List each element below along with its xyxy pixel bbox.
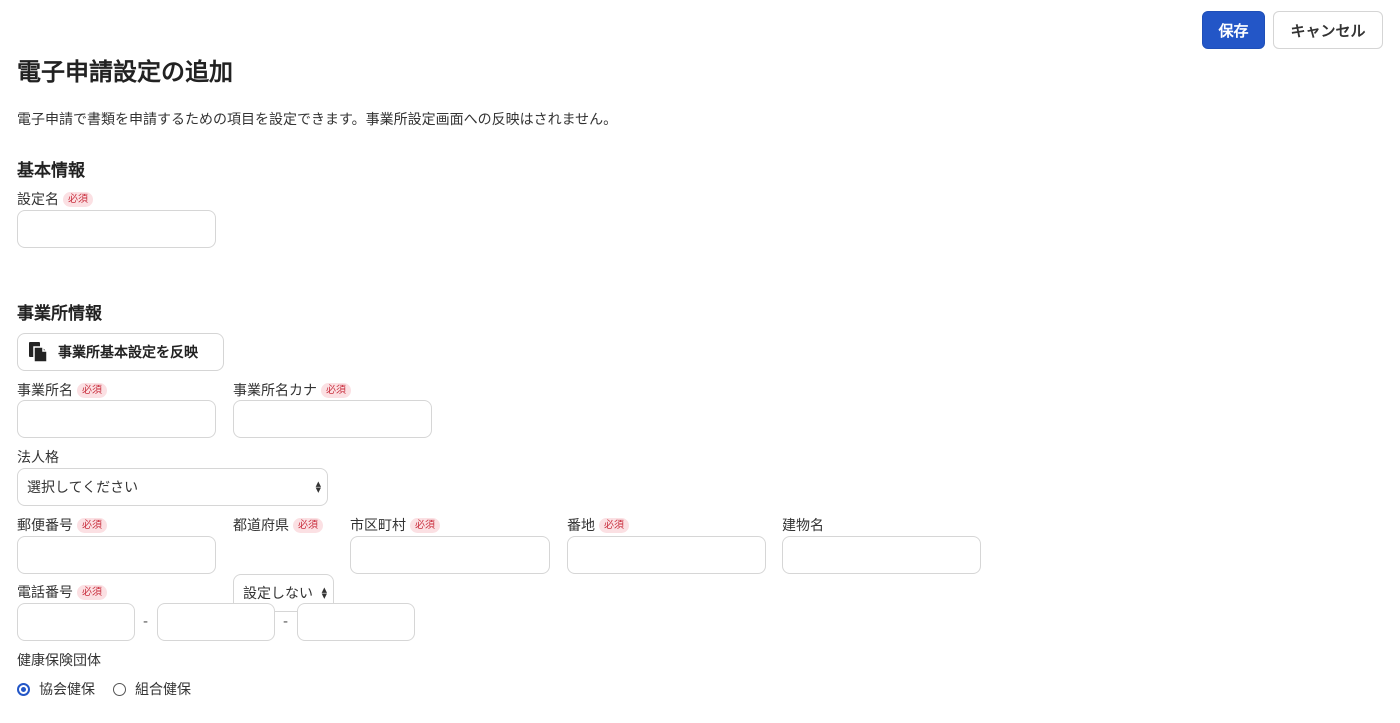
phone-separator: -	[283, 614, 289, 630]
radio-kumiai-kenpo[interactable]	[113, 682, 126, 696]
phone-input-1[interactable]	[17, 603, 135, 641]
cancel-button[interactable]: キャンセル	[1273, 11, 1383, 49]
office-name-kana-label-text: 事業所名カナ	[233, 383, 317, 399]
phone-separator: -	[143, 614, 149, 630]
radio-kyokai-kenpo[interactable]	[17, 682, 30, 696]
radio-kyokai-kenpo-label[interactable]: 協会健保	[39, 679, 95, 699]
city-label: 市区町村 必須	[350, 515, 440, 535]
street-input[interactable]	[567, 536, 766, 574]
building-input[interactable]	[782, 536, 981, 574]
setting-name-label: 設定名 必須	[17, 189, 93, 209]
required-badge: 必須	[77, 382, 107, 398]
required-badge: 必須	[293, 517, 323, 533]
postal-code-input[interactable]	[17, 536, 216, 574]
required-badge: 必須	[63, 191, 93, 207]
corporate-type-label: 法人格	[17, 450, 59, 466]
page-description: 電子申請で書類を申請するための項目を設定できます。事業所設定画面への反映はされま…	[17, 112, 618, 128]
street-label: 番地 必須	[567, 515, 629, 535]
office-name-label-text: 事業所名	[17, 383, 73, 399]
building-label: 建物名	[782, 518, 824, 534]
apply-office-settings-button[interactable]: 事業所基本設定を反映	[17, 333, 224, 371]
required-badge: 必須	[321, 382, 351, 398]
setting-name-label-text: 設定名	[17, 192, 59, 208]
corporate-type-value: 選択してください	[27, 480, 139, 496]
office-name-kana-input[interactable]	[233, 400, 432, 438]
save-button[interactable]: 保存	[1202, 11, 1265, 49]
setting-name-input[interactable]	[17, 210, 216, 248]
select-arrows-icon: ▲ ▼	[321, 586, 327, 600]
select-arrows-icon: ▲ ▼	[315, 480, 321, 494]
city-input[interactable]	[350, 536, 550, 574]
radio-kumiai-kenpo-label[interactable]: 組合健保	[135, 679, 191, 699]
prefecture-label: 都道府県 必須	[233, 515, 323, 535]
street-label-text: 番地	[567, 518, 595, 534]
prefecture-label-text: 都道府県	[233, 518, 289, 534]
page-title: 電子申請設定の追加	[17, 58, 233, 86]
office-name-input[interactable]	[17, 400, 216, 438]
required-badge: 必須	[77, 517, 107, 533]
required-badge: 必須	[410, 517, 440, 533]
insurance-label: 健康保険団体	[17, 653, 101, 669]
section-title-basic-info: 基本情報	[17, 161, 85, 181]
phone-input-2[interactable]	[157, 603, 275, 641]
postal-code-label: 郵便番号 必須	[17, 515, 107, 535]
corporate-type-select[interactable]: 選択してください ▲ ▼	[17, 468, 328, 506]
section-title-office-info: 事業所情報	[17, 304, 102, 324]
insurance-radio-group: 協会健保 組合健保	[17, 679, 191, 699]
office-name-label: 事業所名 必須	[17, 380, 107, 400]
required-badge: 必須	[599, 517, 629, 533]
phone-input-3[interactable]	[297, 603, 415, 641]
phone-label: 電話番号 必須	[17, 582, 107, 602]
required-badge: 必須	[77, 584, 107, 600]
apply-office-settings-label: 事業所基本設定を反映	[58, 345, 198, 361]
copy-icon	[29, 342, 48, 363]
phone-label-text: 電話番号	[17, 585, 73, 601]
office-name-kana-label: 事業所名カナ 必須	[233, 380, 351, 400]
postal-code-label-text: 郵便番号	[17, 518, 73, 534]
city-label-text: 市区町村	[350, 518, 406, 534]
prefecture-value: 設定しない	[243, 586, 313, 602]
